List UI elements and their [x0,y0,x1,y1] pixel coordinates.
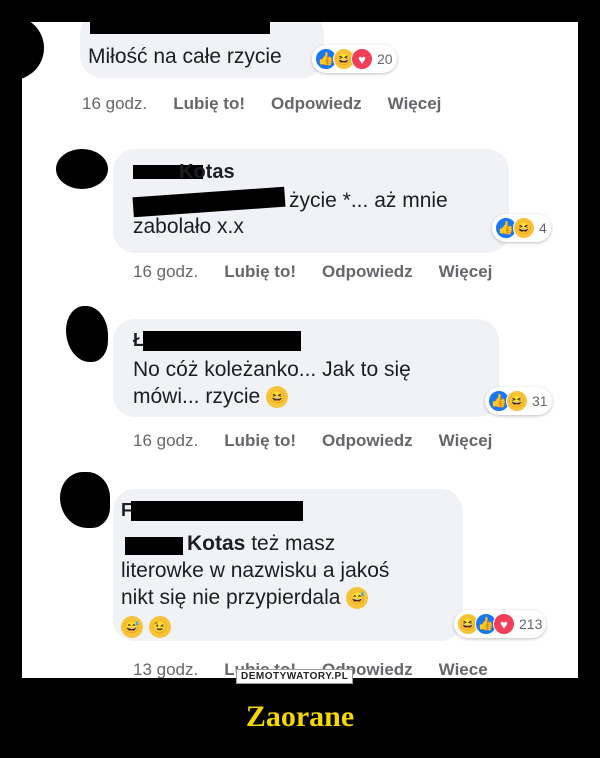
avatar[interactable] [60,472,110,528]
avatar[interactable] [66,306,108,362]
like-link[interactable]: Lubię to! [173,94,245,114]
reply-link[interactable]: Odpowiedz [322,431,413,451]
comment-bubble: Kotas życie *... aż mnie zabolało x.x [113,149,509,253]
timestamp[interactable]: 16 godz. [133,262,198,282]
sweat-smile-emoji-icon: 😅 [121,616,143,639]
comment-actions: 16 godz. Lubię to! Odpowiedz Więcej [133,262,518,282]
reactions-summary[interactable]: 👍 😆 31 [485,387,552,415]
reactions-summary[interactable]: 😆 👍 ♥ 213 [454,610,547,638]
reply-link[interactable]: Odpowiedz [322,262,413,282]
reaction-count: 31 [532,393,548,409]
comment-bubble: Miłość na całe rzycie [80,22,324,78]
comment-bubble: F Kotas też masz literowke w nazwisku a … [113,489,463,641]
reaction-count: 20 [377,51,393,67]
timestamp[interactable]: 13 godz. [133,660,198,678]
comment-text-body: też masz [251,532,336,555]
more-link[interactable]: Wiece [439,660,488,678]
commenter-name[interactable]: Kotas [179,161,235,184]
timestamp[interactable]: 16 godz. [82,94,147,114]
like-link[interactable]: Lubię to! [224,262,296,282]
more-link[interactable]: Więcej [439,431,493,451]
laughing-emoji-icon: 😆 [266,386,289,409]
like-link[interactable]: Lubię to! [224,431,296,451]
poster-caption: Zaorane [245,700,355,733]
love-icon: ♥ [351,48,373,70]
redacted-name [131,501,303,521]
comment-actions: 16 godz. Lubię to! Odpowiedz Więcej [82,94,467,114]
reaction-count: 213 [519,616,543,632]
reaction-count: 4 [539,220,547,236]
love-icon: ♥ [493,613,515,635]
comment-text: zabolało x.x [133,215,244,238]
comment-text: literowke w nazwisku a jakoś nikt się ni… [121,557,389,611]
redacted-name [90,22,270,34]
mention-link[interactable]: Kotas [187,532,245,555]
emoji-row: 😅 😉 [121,613,171,640]
haha-icon: 😆 [513,217,535,239]
comment-actions: 16 godz. Lubię to! Odpowiedz Więcej [133,431,518,451]
poster-background: Miłość na całe rzycie 👍 😆 ♥ 20 16 godz. … [0,0,600,758]
reply-link[interactable]: Odpowiedz [271,94,362,114]
comment-text: życie *... aż mnie [289,189,448,212]
comment-text: No cóż koleżanko... Jak to się mówi... r… [133,356,411,410]
wink-emoji-icon: 😉 [148,616,171,639]
more-link[interactable]: Więcej [388,94,442,114]
avatar[interactable] [22,22,44,80]
timestamp[interactable]: 16 godz. [133,431,198,451]
redacted-mention [125,537,183,555]
avatar[interactable] [56,149,108,189]
watermark: DEMOTYWATORY.PL [236,669,354,684]
redacted-name [143,331,301,351]
comment-text: Miłość na całe rzycie [88,45,282,68]
reactions-summary[interactable]: 👍 😆 ♥ 20 [312,45,397,73]
comment-text: Kotas też masz [187,530,335,557]
haha-icon: 😆 [506,390,528,412]
sweat-smile-emoji-icon: 😅 [346,587,369,610]
comment-bubble: Ł No cóż koleżanko... Jak to się mówi...… [113,319,499,417]
more-link[interactable]: Więcej [439,262,493,282]
screenshot-frame: Miłość na całe rzycie 👍 😆 ♥ 20 16 godz. … [22,22,578,678]
reactions-summary[interactable]: 👍 😆 4 [492,214,551,242]
